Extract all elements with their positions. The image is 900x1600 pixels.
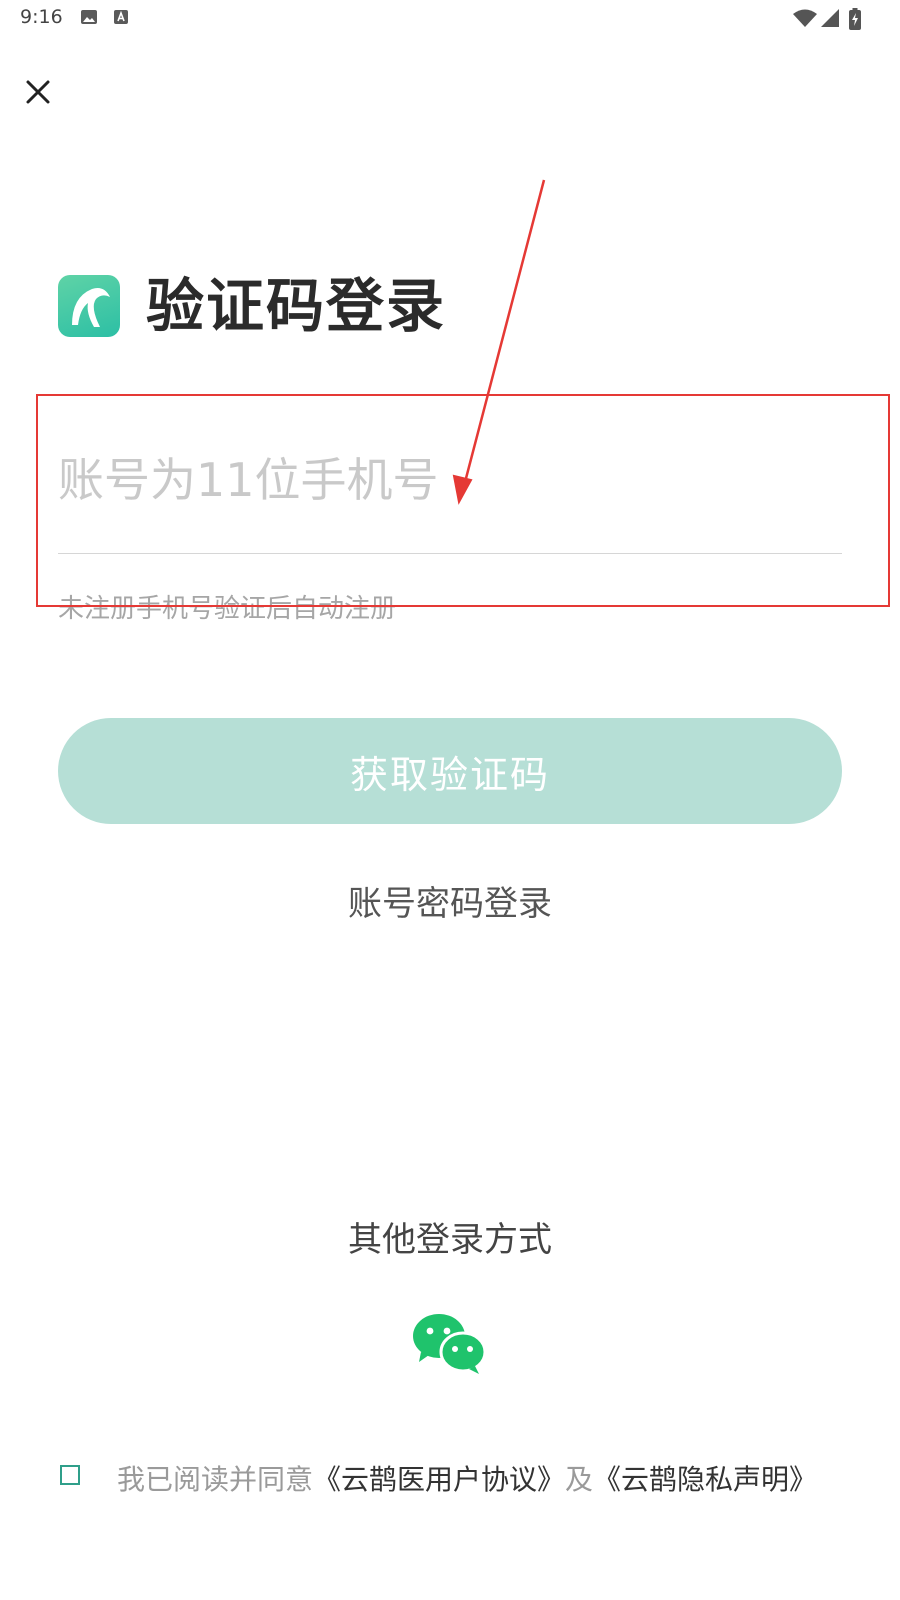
agreement-and: 及: [565, 1463, 594, 1496]
page-title: 验证码登录: [146, 272, 447, 340]
app-logo-icon: [58, 275, 120, 337]
wechat-icon: [413, 1314, 487, 1374]
agreement-checkbox[interactable]: [60, 1465, 80, 1485]
image-icon: [81, 10, 97, 24]
status-time: 9:16: [20, 6, 63, 28]
password-login-link[interactable]: 账号密码登录: [0, 876, 900, 925]
agreement-prefix: 我已阅读并同意: [117, 1463, 314, 1496]
get-verification-code-button[interactable]: 获取验证码: [58, 718, 842, 824]
wechat-login-button[interactable]: [411, 1312, 487, 1374]
close-button[interactable]: [22, 76, 54, 108]
input-underline: [58, 553, 842, 554]
privacy-statement-link[interactable]: 《云鹊隐私声明》: [593, 1463, 817, 1496]
signal-icon: [821, 9, 839, 27]
auto-register-hint: 未注册手机号验证后自动注册: [58, 594, 397, 624]
a-notification-icon: [114, 10, 128, 24]
wifi-icon: [793, 9, 817, 27]
agreement-text: 我已阅读并同意《云鹊医用户协议》及《云鹊隐私声明》: [117, 1461, 817, 1499]
close-icon: [26, 80, 50, 104]
phone-number-input[interactable]: [58, 440, 828, 520]
user-agreement-link[interactable]: 《云鹊医用户协议》: [313, 1463, 565, 1496]
other-login-label: 其他登录方式: [348, 1220, 552, 1260]
battery-charging-icon: [849, 8, 861, 30]
status-bar: 9:16: [0, 0, 900, 36]
